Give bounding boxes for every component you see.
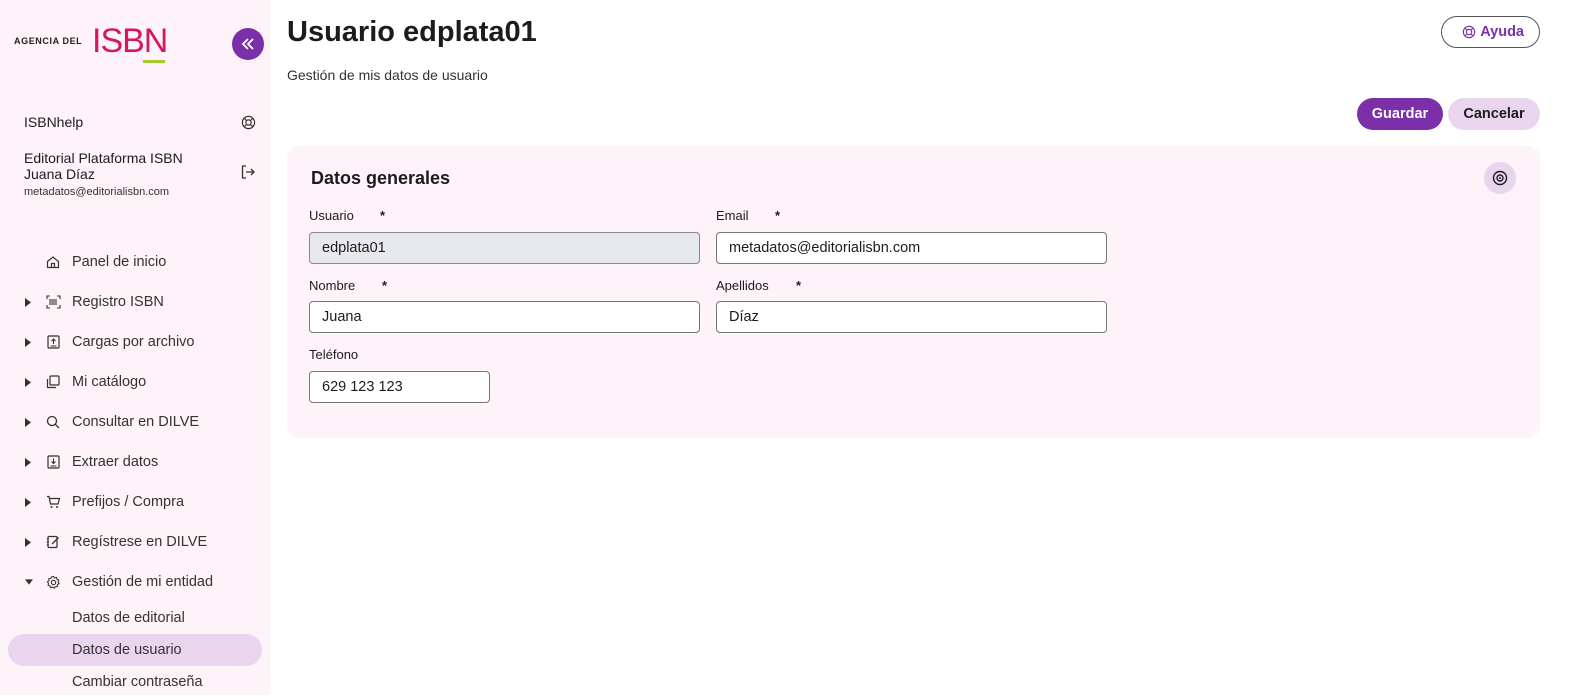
nav-label: Cargas por archivo — [72, 334, 195, 350]
telefono-label: Teléfono — [309, 347, 359, 362]
cancel-button[interactable]: Cancelar — [1448, 98, 1540, 130]
main-content: Usuario edplata01 Gestión de mis datos d… — [287, 0, 1540, 695]
entity-name: Editorial Plataforma ISBN — [24, 150, 183, 166]
apellidos-field[interactable]: Díaz — [716, 301, 1107, 333]
upload-file-icon — [45, 334, 61, 350]
nav-label: Gestión de mi entidad — [72, 574, 214, 590]
search-icon — [45, 414, 61, 430]
double-chevron-left-icon — [241, 38, 254, 50]
email-label: Email — [716, 208, 749, 223]
page-subtitle: Gestión de mis datos de usuario — [287, 67, 488, 83]
subnav-label: Datos de editorial — [72, 610, 185, 626]
usuario-label: Usuario — [309, 208, 354, 223]
nav-label: Panel de inicio — [72, 254, 167, 270]
gear-icon — [45, 574, 61, 590]
nav-item-consultar-dilve[interactable]: Consultar en DILVE — [0, 402, 270, 442]
user-info: Editorial Plataforma ISBN Juana Díaz met… — [24, 150, 256, 200]
logout-icon[interactable] — [240, 164, 256, 180]
subnav-item-cambiar-contrasena[interactable]: Cambiar contraseña — [0, 666, 270, 698]
subnav-label: Datos de usuario — [72, 642, 182, 658]
nav-item-cargas-archivo[interactable]: Cargas por archivo — [0, 322, 270, 362]
caret-right-icon — [25, 337, 33, 347]
nav-item-registro-isbn[interactable]: Registro ISBN — [0, 282, 270, 322]
caret-right-icon — [25, 537, 33, 547]
required-mark: * — [380, 208, 386, 223]
isbn-logo[interactable]: AGENCIA DEL ISBN — [14, 24, 168, 63]
caret-right-icon — [25, 497, 33, 507]
logo-small-text: AGENCIA DEL — [14, 36, 83, 46]
barcode-icon — [45, 294, 61, 310]
nav-item-gestion-entidad[interactable]: Gestión de mi entidad — [0, 562, 270, 602]
nav-label: Registro ISBN — [72, 294, 164, 310]
nav-label: Prefijos / Compra — [72, 494, 185, 510]
caret-right-icon — [25, 457, 33, 467]
required-mark: * — [775, 208, 781, 223]
nombre-field[interactable]: Juana — [309, 301, 700, 333]
nav-item-registrese-dilve[interactable]: Regístrese en DILVE — [0, 522, 270, 562]
usuario-field: edplata01 — [309, 232, 700, 264]
subnav-item-datos-usuario[interactable]: Datos de usuario — [0, 634, 270, 666]
nav-label: Mi catálogo — [72, 374, 147, 390]
catalog-icon — [45, 374, 61, 390]
user-email: metadatos@editorialisbn.com — [24, 186, 170, 198]
lifebuoy-icon[interactable] — [241, 115, 256, 130]
nav-item-prefijos-compra[interactable]: Prefijos / Compra — [0, 482, 270, 522]
email-field[interactable]: metadatos@editorialisbn.com — [716, 232, 1107, 264]
lifebuoy-icon — [1492, 170, 1508, 186]
caret-right-icon — [25, 297, 33, 307]
help-button[interactable]: Ayuda — [1441, 16, 1540, 48]
required-mark: * — [382, 278, 388, 293]
user-name: Juana Díaz — [24, 166, 95, 182]
collapse-sidebar-button[interactable] — [232, 28, 264, 60]
general-data-card: Datos generales Usuario * edplata01 Emai… — [287, 146, 1540, 438]
card-help-button[interactable] — [1484, 162, 1516, 194]
subnav-label: Cambiar contraseña — [72, 674, 203, 690]
telefono-field[interactable]: 629 123 123 — [309, 371, 490, 403]
nav-item-mi-catalogo[interactable]: Mi catálogo — [0, 362, 270, 402]
caret-right-icon — [25, 417, 33, 427]
cart-icon — [45, 494, 61, 510]
nav-item-panel-inicio[interactable]: Panel de inicio — [0, 242, 270, 282]
help-circle-icon — [1462, 25, 1476, 39]
subnav-item-datos-editorial[interactable]: Datos de editorial — [0, 602, 270, 634]
nombre-label: Nombre — [309, 278, 356, 293]
nav-label: Extraer datos — [72, 454, 159, 470]
required-mark: * — [796, 278, 802, 293]
apellidos-label: Apellidos — [716, 278, 769, 293]
register-icon — [45, 534, 61, 550]
sidebar: AGENCIA DEL ISBN ISBNhelp Editorial Plat… — [0, 0, 270, 695]
isbnhelp-label: ISBNhelp — [24, 114, 84, 130]
card-title: Datos generales — [311, 168, 451, 188]
download-file-icon — [45, 454, 61, 470]
caret-right-icon — [25, 377, 33, 387]
caret-down-icon — [25, 577, 33, 587]
page-title: Usuario edplata01 — [287, 16, 537, 48]
isbnhelp-row[interactable]: ISBNhelp — [24, 114, 256, 130]
save-button[interactable]: Guardar — [1357, 98, 1443, 130]
nav-label: Regístrese en DILVE — [72, 534, 208, 550]
logo-isbn-text: ISBN — [92, 22, 168, 60]
home-icon — [45, 254, 61, 270]
nav-item-extraer-datos[interactable]: Extraer datos — [0, 442, 270, 482]
help-button-label: Ayuda — [1480, 24, 1524, 40]
logo-underline — [143, 60, 165, 63]
nav-label: Consultar en DILVE — [72, 414, 200, 430]
main-nav: Panel de inicio Registro ISBN Cargas por… — [0, 242, 270, 698]
